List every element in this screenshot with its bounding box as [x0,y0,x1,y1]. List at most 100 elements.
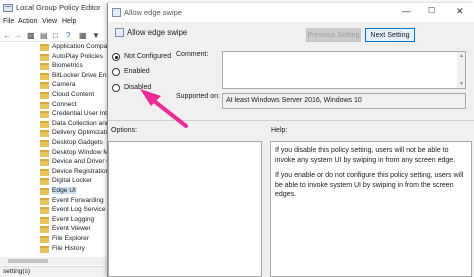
tree-item[interactable]: Camera [0,81,107,90]
properties-icon[interactable]: ▦ [79,31,87,40]
tree-item[interactable]: Event Forwarding [0,197,107,206]
scroll-up-icon[interactable]: ▲ [226,95,464,101]
forward-arrow-icon[interactable]: → [14,31,22,40]
folder-icon [40,101,49,109]
folder-icon [40,63,49,71]
help-paragraph-enable: If you enable or do not configure this p… [275,172,464,198]
policy-editor-icon [3,4,13,12]
export-list-icon[interactable]: □ [53,31,58,40]
tree-item[interactable]: Device and Driver Co [0,158,107,167]
options-pane [108,141,262,277]
menu-action[interactable]: Action [18,18,37,25]
options-label: Options: [111,127,138,134]
tree-item-label: Camera [52,81,76,89]
folder-icon [40,159,49,167]
folder-icon [40,44,49,51]
folder-icon [40,111,49,119]
gpe-toolbar: ← → ▩ ▤ □ ? ▦ ▼ [0,29,105,42]
tree-item[interactable]: Edge UI [0,187,107,196]
tree-item[interactable]: Digital Locker [0,177,107,186]
tree-item-label: Device Registration [52,167,107,175]
folder-icon [40,236,49,243]
tree-item[interactable]: Device Registration [0,168,107,177]
comment-scrollbar[interactable]: ▲ ▼ [457,52,465,88]
tree-item-label: File Explorer [52,235,90,242]
folder-icon [40,216,49,224]
folder-icon [40,207,49,215]
scroll-down-icon[interactable]: ▼ [459,81,464,87]
supported-on-label: Supported on: [176,93,220,100]
folder-icon [40,120,49,128]
tree-item-label: BitLocker Drive Encr [52,71,107,79]
previous-setting-button[interactable]: Previous Setting [306,28,361,42]
tree-item-label: Edge UI [52,187,76,194]
enabled-radio[interactable] [112,68,120,76]
back-arrow-icon[interactable]: ← [3,31,11,40]
tree-item[interactable]: Cloud Content [0,91,107,100]
tree-item-label: AutoPlay Policies [52,52,103,60]
tree-item-label: Connect [52,100,77,108]
tree-item-label: Device and Driver Co [52,158,107,166]
tree-item[interactable]: Application Compat [0,43,107,52]
tree-item[interactable]: Event Logging [0,216,107,225]
folder-icon [40,178,49,186]
tree-item-label: File History [52,244,85,252]
folder-icon [40,140,49,147]
dialog-separator [108,120,474,121]
folder-icon [40,226,49,234]
tree-item[interactable]: Desktop Gadgets [0,139,107,148]
tree-item-label: Digital Locker [52,177,92,185]
help-icon[interactable]: ? [66,31,70,40]
show-hide-tree-icon[interactable]: ▤ [40,31,48,40]
folder-icon [40,82,49,90]
next-setting-button[interactable]: Next Setting [365,28,415,42]
gpe-title: Local Group Policy Editor [16,3,101,12]
scroll-up-icon[interactable]: ▲ [459,53,464,59]
tree-item[interactable]: File Explorer [0,235,107,244]
disabled-label: Disabled [124,84,152,91]
folder-icon [40,245,49,253]
tree-horizontal-scrollbar[interactable] [0,257,107,265]
tree-item[interactable]: Credential User Inter [0,110,107,119]
tree-item-label: Application Compat [52,43,107,50]
tree-item-label: Cloud Content [52,91,95,98]
allow-edge-swipe-dialog: Allow edge swipe — ☐ ✕ Allow edge swipe … [107,3,474,277]
tree-item[interactable]: Event Viewer [0,225,107,234]
tree-item-label: Event Logging [52,215,95,223]
setting-icon [112,8,121,17]
tree-item[interactable]: BitLocker Drive Encr [0,72,107,81]
maximize-icon[interactable]: ☐ [428,6,435,15]
folder-icon [40,130,49,138]
up-folder-icon[interactable]: ▩ [27,31,35,40]
minimize-icon[interactable]: — [402,6,411,16]
dialog-heading: Allow edge swipe [127,28,188,37]
tree-item[interactable]: AutoPlay Policies [0,53,107,62]
tree-item[interactable]: Desktop Window M [0,149,107,158]
filter-icon[interactable]: ▼ [92,31,100,40]
tree-item[interactable]: Biometrics [0,62,107,71]
gpe-menu-bar: File Action View Help [0,16,105,29]
folder-icon [40,149,49,157]
tree-item-label: Desktop Gadgets [52,139,103,146]
tree-item-label: Data Collection and [52,119,107,127]
tree-item-label: Delivery Optimization [52,129,107,137]
menu-help[interactable]: Help [62,18,76,25]
menu-file[interactable]: File [3,18,14,25]
folder-icon [40,168,49,176]
not-configured-radio[interactable] [112,53,120,61]
status-text: setting(s) [3,268,31,275]
tree-item[interactable]: File History [0,245,107,254]
disabled-radio[interactable] [112,84,120,92]
tree-item[interactable]: Delivery Optimization [0,129,107,138]
comment-textarea[interactable]: ▲ ▼ [222,51,466,89]
tree-item[interactable]: Data Collection and [0,120,107,129]
tree-item-label: Event Log Service [52,206,106,214]
folder-icon [40,92,49,99]
tree-item-label: Credential User Inter [52,110,107,118]
help-paragraph-disable: If you disable this policy setting, user… [275,147,456,164]
tree-item-label: Desktop Window M [52,148,107,156]
tree-item[interactable]: Connect [0,101,107,110]
close-icon[interactable]: ✕ [456,6,464,17]
tree-item[interactable]: Event Log Service [0,206,107,215]
menu-view[interactable]: View [42,18,57,25]
